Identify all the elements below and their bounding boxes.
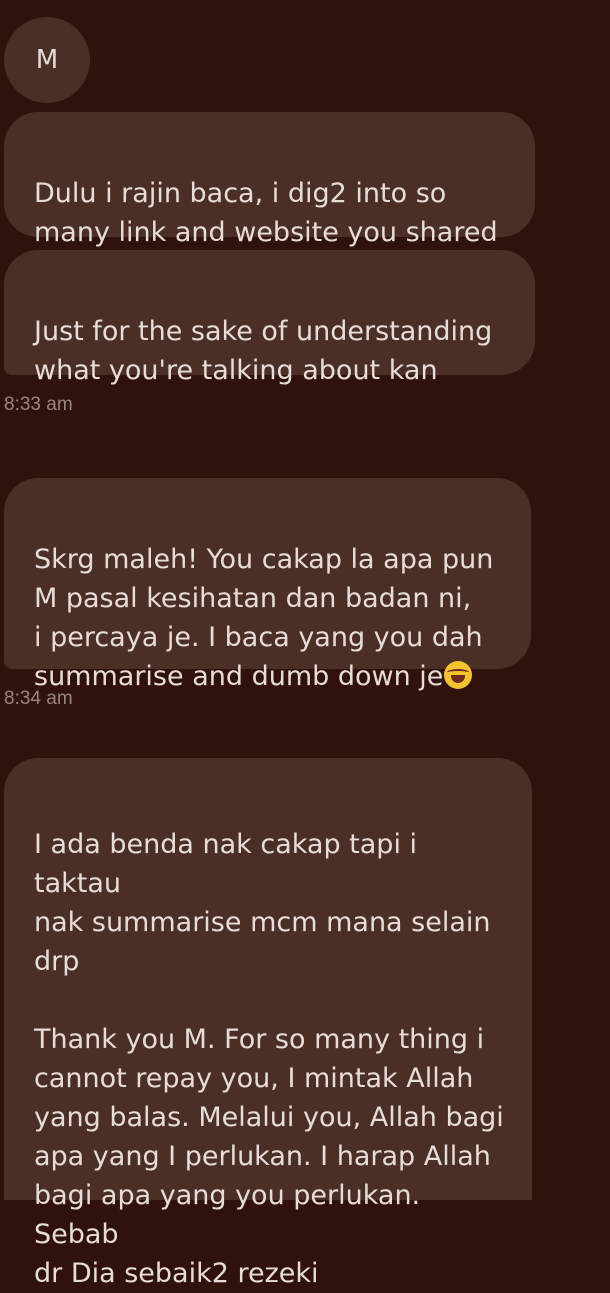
face-with-tears-of-joy-icon bbox=[444, 661, 473, 689]
message-text-1: Dulu i rajin baca, i dig2 into so many l… bbox=[34, 178, 498, 248]
message-bubble-4[interactable]: I ada benda nak cakap tapi i taktau nak … bbox=[4, 758, 532, 1289]
avatar-initial: M bbox=[35, 45, 59, 75]
timestamp-2: 8:34 am bbox=[4, 688, 73, 709]
message-bubble-3[interactable]: Skrg maleh! You cakap la apa pun M pasal… bbox=[4, 478, 531, 692]
message-text-2: Just for the sake of understanding what … bbox=[34, 316, 493, 386]
timestamp-1: 8:33 am bbox=[4, 394, 73, 415]
message-text-4: I ada benda nak cakap tapi i taktau nak … bbox=[34, 829, 504, 1289]
contact-avatar[interactable]: M bbox=[4, 17, 90, 103]
message-bubble-1[interactable]: Dulu i rajin baca, i dig2 into so many l… bbox=[4, 112, 535, 248]
message-bubble-2[interactable]: Just for the sake of understanding what … bbox=[4, 250, 535, 386]
message-text-3: Skrg maleh! You cakap la apa pun M pasal… bbox=[34, 544, 494, 692]
